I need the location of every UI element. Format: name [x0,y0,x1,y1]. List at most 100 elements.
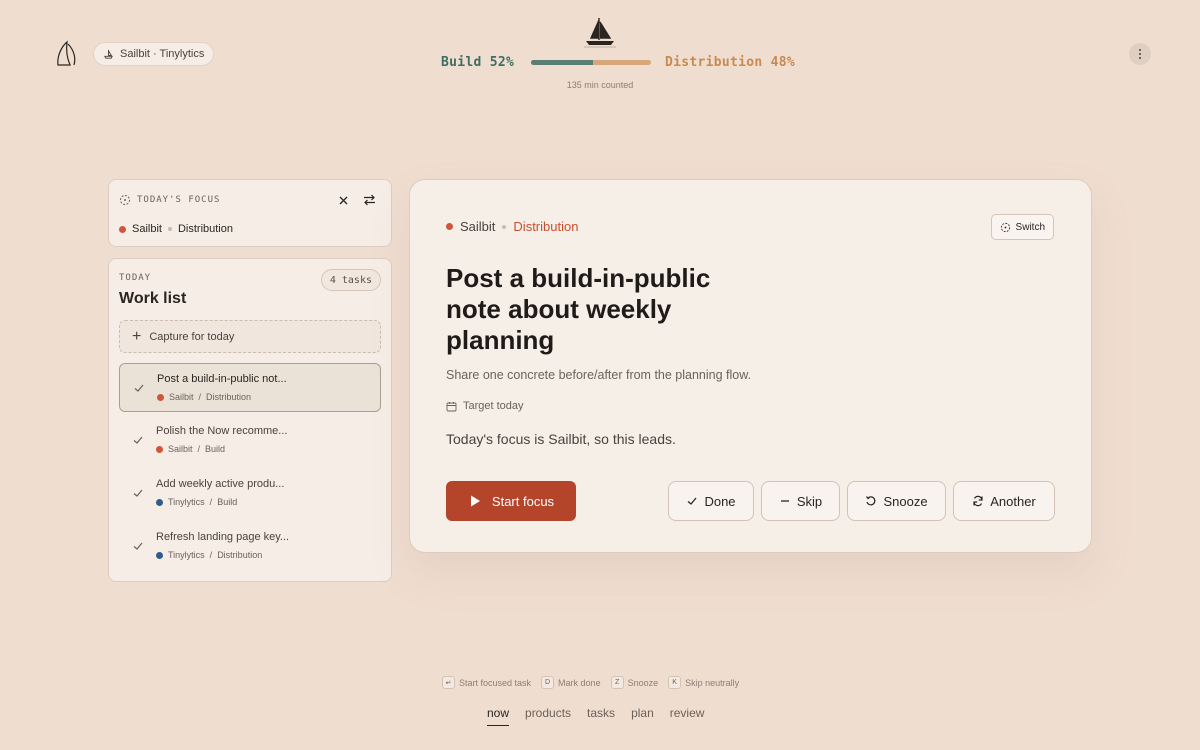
product-color-dot [156,551,163,559]
balance-bar [531,59,651,65]
focus-reason: Today's focus is Sailbit, so this leads. [446,431,676,447]
focus-product: Sailbit [132,223,162,235]
task-title: Post a build-in-public not... [157,373,287,385]
work-list-overline: TODAY [119,273,152,283]
product-color-dot [119,225,126,233]
shortcut-skip: K Skip neutrally [668,676,739,689]
product-color-dot [157,393,164,401]
bottom-nav: now products tasks plan review [487,706,704,726]
meta-separator: / [209,497,213,507]
product-color-dot [156,445,163,453]
snooze-label: Snooze [883,493,928,509]
kebab-icon [1139,48,1141,60]
meta-separator: / [198,392,202,402]
skip-button[interactable]: Skip [761,481,840,521]
todays-focus-panel: TODAY'S FOCUS Sailbit Distribution [108,179,392,247]
target-label: Target today [463,400,524,412]
focus-area: Distribution [177,223,233,235]
balance-bar-build-fill [531,59,594,65]
check-icon[interactable] [133,382,145,394]
task-target: Target today [446,400,524,412]
task-description: Share one concrete before/after from the… [446,368,752,382]
task-product: Sailbit [168,444,193,454]
skip-label: Skip [796,493,823,509]
sailboat-illustration-icon [584,18,616,48]
task-product: Sailbit [460,219,496,234]
shortcut-label: Snooze [627,677,659,688]
distribution-percentage: Distribution 48% [665,54,796,70]
plus-icon: + [132,327,142,345]
product-color-dot [446,223,453,230]
focus-heading: TODAY'S FOCUS [137,195,221,205]
kbd-key: D [541,676,555,689]
kbd-key: K [668,676,682,689]
check-icon [688,497,697,505]
done-label: Done [704,493,736,509]
play-icon [470,495,480,507]
close-icon[interactable] [335,192,351,208]
focus-task-card: Sailbit Distribution Switch Post a build… [409,179,1092,553]
done-button[interactable]: Done [668,481,754,521]
minutes-counted: 135 min counted [566,80,634,90]
shortcut-label: Skip neutrally [685,677,740,688]
list-item[interactable]: Refresh landing page key... Tinylytics /… [119,522,381,571]
switch-button[interactable]: Switch [990,214,1054,240]
task-count-badge: 4 tasks [320,269,381,291]
product-pill-label: Sailbit · Tinylytics [120,48,205,60]
nav-item-review[interactable]: review [670,706,705,726]
build-percentage: Build 52% [441,54,515,70]
crosshair-icon [120,195,130,205]
boat-icon [104,49,113,59]
undo-icon [866,496,876,506]
focus-product-area: Sailbit Distribution [119,223,233,235]
check-icon[interactable] [132,540,144,552]
task-title: Refresh landing page key... [156,531,290,543]
snooze-button[interactable]: Snooze [847,481,946,521]
start-focus-label: Start focus [491,493,555,509]
task-title: Polish the Now recomme... [156,425,288,437]
shortcut-label: Start focused task [459,677,532,688]
refresh-icon [973,495,983,507]
build-distribution-balance: Build 52% Distribution 48% [441,53,801,71]
capture-label: Capture for today [149,330,235,343]
more-menu-button[interactable] [1129,43,1151,65]
meta-separator: / [197,444,201,454]
work-list-panel: TODAY Work list 4 tasks + Capture for to… [108,258,392,582]
switch-label: Switch [1015,221,1045,233]
nav-item-products[interactable]: products [525,706,571,726]
check-icon[interactable] [132,487,144,499]
minus-icon [780,500,789,502]
nav-item-tasks[interactable]: tasks [587,706,615,726]
kbd-key: ↵ [442,676,455,689]
check-icon[interactable] [132,434,144,446]
list-item[interactable]: Add weekly active produ... Tinylytics / … [119,469,381,518]
calendar-icon [446,401,457,411]
task-area: Distribution [513,219,579,234]
nav-item-now[interactable]: now [487,706,510,726]
task-area: Build [217,497,238,507]
task-product: Sailbit [169,392,194,402]
shortcut-start: ↵ Start focused task [442,676,531,689]
crosshair-icon [1000,222,1010,232]
shortcut-label: Mark done [558,677,601,688]
product-switcher-pill[interactable]: Sailbit · Tinylytics [93,42,215,66]
shortcut-snooze: Z Snooze [610,676,659,689]
task-title: Add weekly active produ... [156,478,285,490]
task-product: Tinylytics [168,497,205,507]
kbd-key: Z [610,676,624,689]
work-list-title: Work list [119,290,187,307]
another-button[interactable]: Another [953,481,1055,521]
nav-item-plan[interactable]: plan [631,706,654,726]
list-item[interactable]: Post a build-in-public not... Sailbit / … [119,363,381,412]
product-color-dot [156,498,163,506]
start-focus-button[interactable]: Start focus [446,481,576,521]
sail-logo-icon[interactable] [54,40,80,68]
separator-dot [167,227,172,231]
task-area: Distribution [206,392,252,402]
capture-for-today-input[interactable]: + Capture for today [119,320,381,353]
separator-dot [502,224,507,229]
swap-icon[interactable] [361,192,377,208]
task-title: Post a build-in-public note about weekly… [446,263,711,355]
keyboard-shortcuts: ↵ Start focused task D Mark done Z Snooz… [442,676,739,689]
list-item[interactable]: Polish the Now recomme... Sailbit / Buil… [119,416,381,465]
